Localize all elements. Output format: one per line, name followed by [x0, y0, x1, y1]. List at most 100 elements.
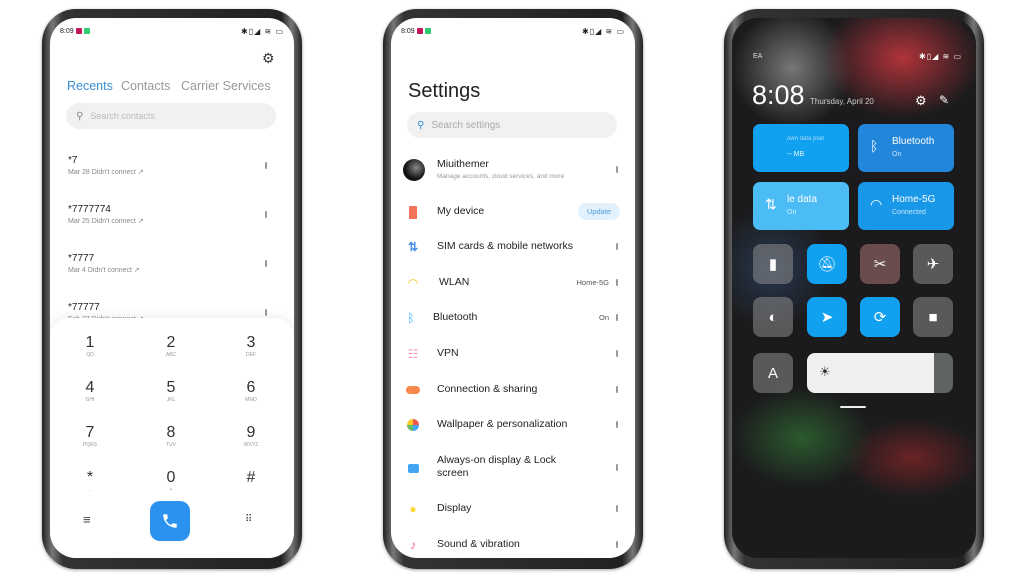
status-time: 8:09	[401, 27, 415, 35]
key-2[interactable]: 2 ABC	[141, 334, 201, 358]
more-icon	[616, 421, 618, 428]
font-size-button[interactable]: A	[753, 353, 793, 393]
call-number: *7777	[68, 253, 95, 264]
data-usage-tile[interactable]: own data plan -- MB	[753, 124, 849, 172]
call-button[interactable]	[150, 501, 190, 541]
key-letters: ABC	[165, 352, 177, 358]
account-subtitle: Manage accounts, cloud services, and mor…	[437, 173, 565, 180]
more-icon[interactable]	[265, 260, 267, 267]
tile-title: Bluetooth	[892, 136, 935, 147]
key-star[interactable]: *,	[60, 469, 120, 493]
call-log-item[interactable]: *7777774 Mar 25 Didn't connect ↗	[68, 204, 278, 225]
more-icon	[616, 350, 618, 357]
phone-settings: 8:09 ✱▯◢ ≋ ▭ Settings ⚲ Search settings M…	[383, 9, 643, 569]
search-placeholder: Search contacts	[90, 111, 155, 121]
airplane-toggle[interactable]: ✈	[913, 244, 953, 284]
phone-control-center: EA ✱▯◢ ≋ ▭ 8:08 Thursday, April 20 ⚙ ✎ o…	[724, 9, 984, 569]
key-letters: JKL	[166, 397, 176, 403]
more-icon[interactable]	[265, 211, 267, 218]
sound-icon: ♪	[410, 538, 416, 552]
search-contacts-input[interactable]: ⚲ Search contacts	[66, 103, 276, 129]
item-label: Wallpaper & personalization	[437, 418, 568, 430]
key-digit: 3	[246, 334, 256, 351]
bluetooth-tile[interactable]: ᛒ Bluetooth On	[858, 124, 954, 172]
screenshot-icon: ✂	[873, 256, 887, 273]
key-digit: 6	[246, 379, 256, 396]
more-icon	[616, 166, 618, 173]
key-7[interactable]: 7 PQRS	[60, 424, 120, 448]
key-0[interactable]: 0 +	[141, 469, 201, 493]
control-center-screen: EA ✱▯◢ ≋ ▭ 8:08 Thursday, April 20 ⚙ ✎ o…	[732, 18, 976, 558]
dark-mode-toggle[interactable]: ◐	[753, 297, 793, 337]
connection-icon	[405, 382, 421, 398]
location-toggle[interactable]: ➤	[807, 297, 847, 337]
call-number: *7	[68, 155, 78, 166]
call-log-item[interactable]: *7 Mar 28 Didn't connect ↗	[68, 155, 278, 176]
item-value: On	[598, 313, 609, 322]
rotation-lock-toggle[interactable]: ⟳	[860, 297, 900, 337]
more-icon[interactable]	[265, 162, 267, 169]
key-4[interactable]: 4 GHI	[60, 379, 120, 403]
key-letters: PQRS	[82, 442, 98, 448]
update-badge[interactable]: Update	[578, 203, 620, 220]
key-letters: QD	[86, 352, 94, 358]
key-5[interactable]: 5 JKL	[141, 379, 201, 403]
location-icon: ➤	[820, 309, 834, 326]
more-icon	[616, 279, 618, 286]
item-label: Connection & sharing	[437, 383, 538, 395]
screenshot-toggle[interactable]: ✂	[860, 244, 900, 284]
mobile-data-tile[interactable]: ⇅ le data On	[753, 182, 849, 230]
notification-icon	[416, 27, 423, 34]
account-item[interactable]: Miuithemer Manage accounts, cloud servic…	[391, 158, 635, 188]
search-icon: ⚲	[76, 110, 84, 122]
more-icon	[616, 541, 618, 548]
search-settings-input[interactable]: ⚲ Search settings	[407, 112, 617, 138]
key-8[interactable]: 8 TUV	[141, 424, 201, 448]
tile-title: own data plan	[787, 136, 825, 142]
more-icon	[616, 464, 618, 471]
menu-icon[interactable]: ≡	[83, 512, 91, 527]
status-time: 8:09	[60, 27, 74, 35]
call-number: *77777	[68, 302, 100, 313]
settings-gear-icon[interactable]: ⚙	[915, 93, 927, 109]
flashlight-toggle[interactable]: ▮	[753, 244, 793, 284]
more-icon[interactable]	[265, 309, 267, 316]
key-6[interactable]: 6 MNO	[221, 379, 281, 403]
key-letters: GHI	[85, 397, 95, 403]
vpn-icon: ☷	[407, 347, 419, 361]
video-toggle[interactable]: ■	[913, 297, 953, 337]
item-label: Bluetooth	[433, 311, 478, 323]
key-digit: 8	[166, 424, 176, 441]
tile-subtitle: On	[892, 151, 902, 158]
tab-recents[interactable]: Recents	[67, 79, 113, 93]
tab-contacts[interactable]: Contacts	[121, 79, 170, 93]
key-letters: ,	[89, 487, 91, 493]
mute-toggle[interactable]: 🔕︎	[807, 244, 847, 284]
wifi-tile[interactable]: ◠ Home-5G Connected	[858, 182, 954, 230]
more-icon	[616, 505, 618, 512]
phone-icon	[405, 204, 421, 220]
key-letters: DEF	[246, 352, 256, 358]
tab-carrier-services[interactable]: Carrier Services	[181, 79, 271, 93]
account-name: Miuithemer	[437, 158, 489, 170]
key-letters: MNO	[245, 397, 257, 403]
key-3[interactable]: 3 DEF	[221, 334, 281, 358]
bell-off-icon: 🔕︎	[817, 256, 837, 273]
key-digit: 7	[85, 424, 95, 441]
sun-icon: ☀	[819, 364, 831, 379]
key-1[interactable]: 1 QD	[60, 334, 120, 358]
tile-subtitle: Connected	[892, 209, 926, 216]
dialpad-toggle-icon[interactable]: ⠿	[245, 514, 252, 525]
brightness-slider[interactable]: ☀	[807, 353, 953, 393]
key-hash[interactable]: #	[221, 469, 281, 487]
edit-icon[interactable]: ✎	[939, 93, 949, 107]
video-camera-icon: ■	[928, 308, 938, 326]
call-detail: Mar 25 Didn't connect ↗	[68, 218, 144, 225]
settings-gear-icon[interactable]: ⚙	[262, 50, 275, 67]
drag-handle[interactable]	[840, 406, 866, 408]
phone-dialer: 8:09 ✱▯◢ ≋ ▭ ⚙ Recents Contacts Carrier …	[42, 9, 302, 569]
font-icon: A	[767, 364, 778, 382]
settings-screen: 8:09 ✱▯◢ ≋ ▭ Settings ⚲ Search settings M…	[391, 18, 635, 558]
call-log-item[interactable]: *7777 Mar 4 Didn't connect ↗	[68, 253, 278, 274]
key-9[interactable]: 9 WXYZ	[221, 424, 281, 448]
